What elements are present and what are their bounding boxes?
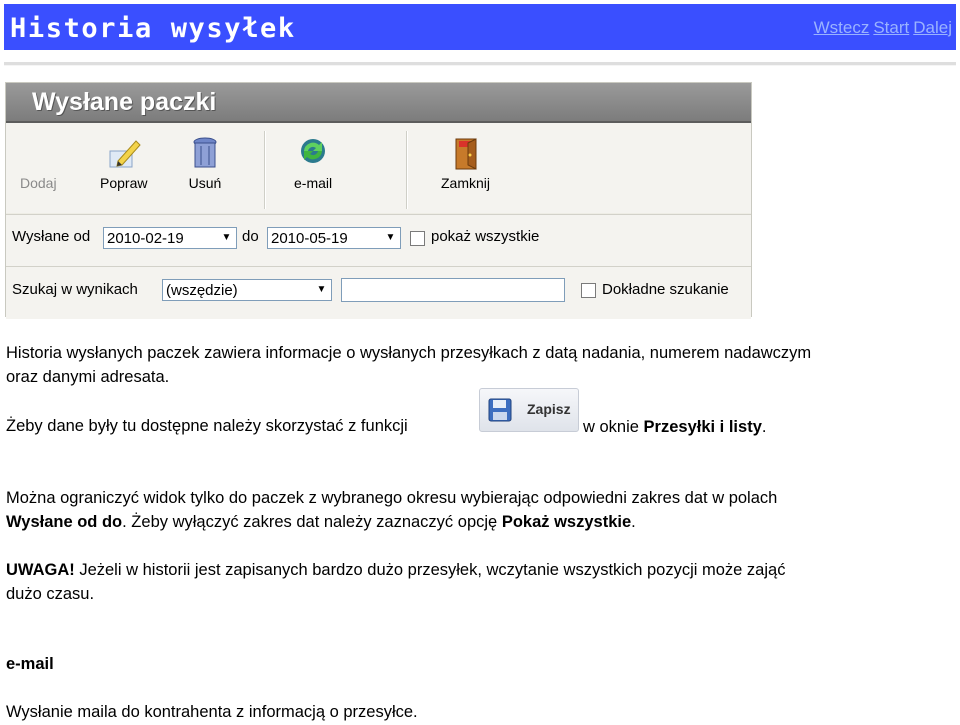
page-header: Historia wysyłek Wstecz Start Dalej (4, 4, 956, 50)
paragraph-intro: Historia wysłanych paczek zawiera inform… (6, 341, 811, 389)
close-button[interactable]: Zamknij (441, 135, 490, 191)
edit-button-label: Popraw (100, 175, 148, 191)
app-window-title: Wysłane paczki (32, 88, 217, 116)
save-info-text: Żeby dane były tu dostępne należy skorzy… (6, 417, 408, 435)
add-icon (20, 135, 56, 171)
date-to-value: 2010-05-19 (271, 230, 348, 247)
trash-icon (187, 135, 223, 171)
save-info-end: . (761, 418, 767, 436)
email-icon (295, 135, 331, 171)
exact-search-checkbox[interactable] (581, 283, 596, 298)
chevron-down-icon: ▼ (221, 232, 232, 243)
search-row: Szukaj w wynikach (wszędzie) ▼ Dokładne … (6, 266, 751, 319)
to-label: do (242, 228, 259, 245)
close-button-label: Zamknij (441, 175, 491, 191)
intro-line-2: oraz danymi adresata. (6, 368, 170, 386)
email-button[interactable]: e-mail (294, 135, 332, 191)
app-toolbar: Dodaj Popraw Usuń e-mail Zamknij (6, 123, 751, 213)
intro-line-1: Historia wysłanych paczek zawiera inform… (6, 344, 812, 362)
date-from-picker[interactable]: 2010-02-19 ▼ (103, 227, 237, 249)
app-window-title-bar: Wysłane paczki (6, 83, 751, 123)
paragraph-date-range: Można ograniczyć widok tylko do paczek z… (6, 486, 777, 534)
warning-text: Jeżeli w historii jest zapisanych bardzo… (74, 561, 786, 579)
nav-links: Wstecz Start Dalej (810, 18, 952, 38)
pencil-icon (106, 135, 142, 171)
date-from-value: 2010-02-19 (107, 230, 184, 247)
sent-from-label: Wysłane od (12, 228, 91, 245)
nav-next-link[interactable]: Dalej (913, 18, 952, 37)
search-label: Szukaj w wynikach (12, 281, 138, 298)
warning-label: UWAGA! (6, 561, 75, 579)
email-button-label: e-mail (294, 175, 333, 191)
app-window-screenshot: Wysłane paczki Dodaj Popraw Usuń e-mail … (5, 82, 752, 319)
save-info-post: w oknie (583, 418, 639, 436)
chevron-down-icon: ▼ (385, 232, 396, 243)
paragraph-warning: UWAGA! Jeżeli w historii jest zapisanych… (6, 558, 785, 606)
zapisz-label: Zapisz (527, 401, 571, 417)
date-range-option: Pokaż wszystkie (501, 513, 632, 531)
divider (4, 62, 956, 66)
date-range-line-1: Można ograniczyć widok tylko do paczek z… (6, 489, 778, 507)
page-title: Historia wysyłek (10, 13, 296, 44)
search-scope-value: (wszędzie) (166, 282, 238, 299)
show-all-label: pokaż wszystkie (431, 228, 540, 245)
exit-door-icon (448, 135, 484, 171)
email-description-text: Wysłanie maila do kontrahenta z informac… (6, 703, 418, 721)
date-to-picker[interactable]: 2010-05-19 ▼ (267, 227, 401, 249)
search-scope-select[interactable]: (wszędzie) ▼ (162, 279, 332, 301)
edit-button[interactable]: Popraw (100, 135, 147, 191)
search-input[interactable] (341, 278, 565, 302)
date-range-fields: Wysłane od do (6, 513, 123, 531)
paragraph-save-pre: Żeby dane były tu dostępne należy skorzy… (6, 414, 408, 438)
date-range-mid: . Żeby wyłączyć zakres dat należy zaznac… (122, 513, 498, 531)
nav-back-link[interactable]: Wstecz (814, 18, 870, 37)
chevron-down-icon: ▼ (316, 284, 327, 295)
email-heading: e-mail (6, 652, 54, 676)
email-heading-text: e-mail (6, 655, 54, 673)
toolbar-separator (406, 131, 408, 209)
nav-start-link[interactable]: Start (873, 18, 909, 37)
add-button-label: Dodaj (20, 175, 57, 191)
date-filter-row: Wysłane od 2010-02-19 ▼ do 2010-05-19 ▼ … (6, 214, 751, 267)
add-button[interactable]: Dodaj (20, 135, 57, 191)
exact-search-label: Dokładne szukanie (602, 281, 729, 298)
floppy-disk-icon (488, 398, 512, 422)
delete-button[interactable]: Usuń (187, 135, 223, 191)
email-description: Wysłanie maila do kontrahenta z informac… (6, 700, 418, 724)
delete-button-label: Usuń (188, 175, 222, 191)
zapisz-button-image: Zapisz (479, 388, 579, 432)
show-all-checkbox[interactable] (410, 231, 425, 246)
toolbar-separator (264, 131, 266, 209)
date-range-end: . (631, 513, 636, 531)
warning-line-2: dużo czasu. (6, 585, 95, 603)
paragraph-save-post: w oknie Przesyłki i listy. (583, 415, 766, 439)
save-info-window-name: Przesyłki i listy (643, 418, 762, 436)
